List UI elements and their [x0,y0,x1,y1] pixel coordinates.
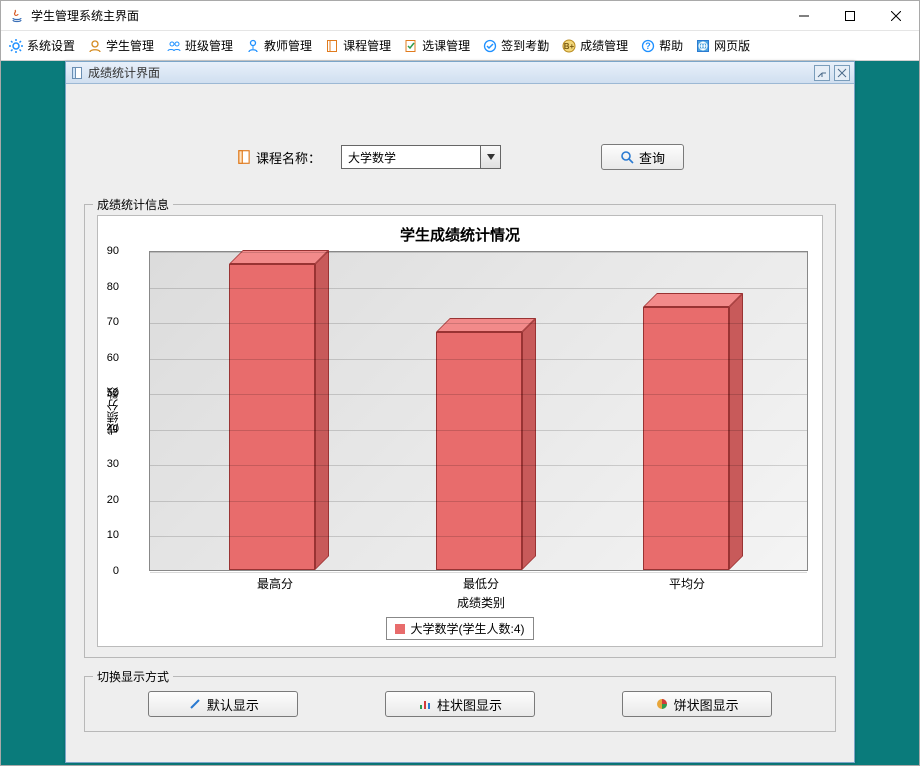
query-row: 课程名称： 大学数学 查询 [84,144,836,170]
pencil-icon [188,697,202,711]
pie-chart-icon [655,697,669,711]
attend-icon [482,38,498,54]
ytick-label: 0 [99,565,119,577]
chart-bars [150,252,807,570]
chart-panel: 学生成绩统计情况 成绩分数 0102030405060708090 最高分最低分 [97,215,823,647]
menu-label: 网页版 [714,37,750,54]
minimize-button[interactable] [781,1,827,30]
menu-label: 课程管理 [343,37,391,54]
chart-ylabel: 成绩分数 [102,251,123,571]
ytick-label: 70 [99,316,119,328]
titlebar: 学生管理系统主界面 [1,1,919,31]
ytick-label: 20 [99,494,119,506]
student-icon [87,38,103,54]
menu-help[interactable]: ? 帮助 [637,35,686,56]
menu-label: 成绩管理 [580,37,628,54]
java-icon [9,8,25,24]
help-icon: ? [640,38,656,54]
stats-internal-frame: 成绩统计界面 课程名称： [65,61,855,763]
teacher-icon [245,38,261,54]
xtick-label: 平均分 [644,575,730,592]
bar-chart-button[interactable]: 柱状图显示 [385,691,535,717]
ytick-label: 50 [99,387,119,399]
xtick-label: 最低分 [438,575,524,592]
svg-text:?: ? [645,41,651,51]
search-button[interactable]: 查询 [601,144,684,170]
document-icon [70,66,84,80]
menubar: 系统设置 学生管理 班级管理 教师管理 课程管理 选课管理 签到考勤 B+ 成绩管理? 帮助 网页版 [1,31,919,61]
menu-gear[interactable]: 系统设置 [5,35,78,56]
score-icon: B+ [561,38,577,54]
course-combobox[interactable]: 大学数学 [341,145,501,169]
internal-close-button[interactable] [834,65,850,81]
menu-label: 教师管理 [264,37,312,54]
search-icon [620,150,634,164]
window-title: 学生管理系统主界面 [31,7,781,24]
ytick-label: 90 [99,245,119,257]
ytick-label: 30 [99,458,119,470]
menu-course[interactable]: 课程管理 [321,35,394,56]
ytick-label: 10 [99,529,119,541]
menu-elect[interactable]: 选课管理 [400,35,473,56]
mdi-client: 成绩统计界面 课程名称： [1,61,919,765]
class-icon [166,38,182,54]
menu-teacher[interactable]: 教师管理 [242,35,315,56]
chart-yticks: 0102030405060708090 [123,251,149,571]
menu-class[interactable]: 班级管理 [163,35,236,56]
stats-fieldset-title: 成绩统计信息 [93,196,173,213]
chart-bar [643,307,729,570]
course-icon [324,38,340,54]
internal-title: 成绩统计界面 [88,64,160,81]
close-button[interactable] [873,1,919,30]
internal-titlebar: 成绩统计界面 [66,62,854,84]
menu-attend[interactable]: 签到考勤 [479,35,552,56]
maximize-button[interactable] [827,1,873,30]
switch-fieldset: 切换显示方式 默认显示 柱状图显示 [84,676,836,732]
window-controls [781,1,919,30]
course-selected-value: 大学数学 [348,149,396,166]
elect-icon [403,38,419,54]
menu-label: 签到考勤 [501,37,549,54]
menu-label: 系统设置 [27,37,75,54]
xtick-label: 最高分 [232,575,318,592]
gear-icon [8,38,24,54]
svg-text:B+: B+ [564,42,575,51]
chart-legend: 大学数学(学生人数:4) [102,617,818,640]
course-name-label: 课程名称： [236,148,321,167]
search-button-label: 查询 [639,148,665,167]
legend-swatch [395,624,405,634]
menu-student[interactable]: 学生管理 [84,35,157,56]
switch-fieldset-title: 切换显示方式 [93,668,173,685]
menu-label: 学生管理 [106,37,154,54]
menu-label: 帮助 [659,37,683,54]
chart-xticks: 最高分 最低分 平均分 [154,575,808,592]
chart-xlabel: 成绩类别 [154,594,808,611]
chart-bar [229,264,315,570]
chart-bar [436,332,522,570]
ytick-label: 40 [99,423,119,435]
ytick-label: 80 [99,281,119,293]
menu-score[interactable]: B+ 成绩管理 [558,35,631,56]
menu-web[interactable]: 网页版 [692,35,753,56]
legend-label: 大学数学(学生人数:4) [410,620,524,637]
menu-label: 班级管理 [185,37,233,54]
ytick-label: 60 [99,352,119,364]
chart-title: 学生成绩统计情况 [102,224,818,245]
web-icon [695,38,711,54]
document-icon [236,149,252,165]
chart-plot-area [149,251,808,571]
default-display-button[interactable]: 默认显示 [148,691,298,717]
internal-restore-button[interactable] [814,65,830,81]
stats-fieldset: 成绩统计信息 学生成绩统计情况 成绩分数 0102030405060708090 [84,204,836,658]
pie-chart-button[interactable]: 饼状图显示 [622,691,772,717]
menu-label: 选课管理 [422,37,470,54]
bar-chart-icon [418,697,432,711]
chevron-down-icon[interactable] [480,146,500,168]
main-window: 学生管理系统主界面 系统设置 学生管理 班级管理 教师管理 课程管理 选课管理 签到考勤 B+… [0,0,920,766]
